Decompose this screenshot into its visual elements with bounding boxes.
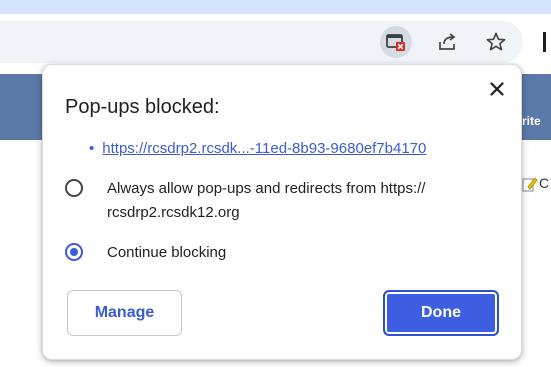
share-icon xyxy=(439,33,456,50)
page-edit-label[interactable]: C xyxy=(539,175,549,191)
popup-blocked-button[interactable] xyxy=(380,26,412,58)
share-button[interactable] xyxy=(432,26,464,58)
radio-button-unchecked[interactable] xyxy=(65,179,83,197)
manage-button[interactable]: Manage xyxy=(67,290,182,336)
blocked-popup-link[interactable]: https://rcsdrp2.rcsdk...-11ed-8b93-9680e… xyxy=(102,140,426,157)
bookmark-star-icon xyxy=(486,32,506,51)
bookmark-button[interactable] xyxy=(480,26,512,58)
window-top-band xyxy=(0,0,551,14)
close-button[interactable] xyxy=(485,77,509,101)
popups-blocked-dialog: Pop-ups blocked: • https://rcsdrp2.rcsdk.… xyxy=(42,64,522,360)
list-bullet: • xyxy=(89,140,95,157)
radio-button-checked[interactable] xyxy=(65,243,83,261)
popup-blocked-icon xyxy=(386,34,405,51)
page-header-text: rite xyxy=(522,114,541,128)
done-button[interactable]: Done xyxy=(383,290,499,336)
toolbar-edge-mark xyxy=(543,32,546,52)
radio-always-allow[interactable]: Always allow pop-ups and redirects from … xyxy=(65,177,507,225)
radio-continue-blocking[interactable]: Continue blocking xyxy=(65,241,507,265)
dialog-title: Pop-ups blocked: xyxy=(65,96,220,118)
radio-continue-blocking-label: Continue blocking xyxy=(107,244,227,261)
close-icon xyxy=(490,82,504,96)
blocked-popup-item: • https://rcsdrp2.rcsdk...-11ed-8b93-9680… xyxy=(89,140,426,157)
radio-always-allow-label: Always allow pop-ups and redirects from … xyxy=(107,180,426,221)
edit-icon[interactable] xyxy=(522,175,538,193)
